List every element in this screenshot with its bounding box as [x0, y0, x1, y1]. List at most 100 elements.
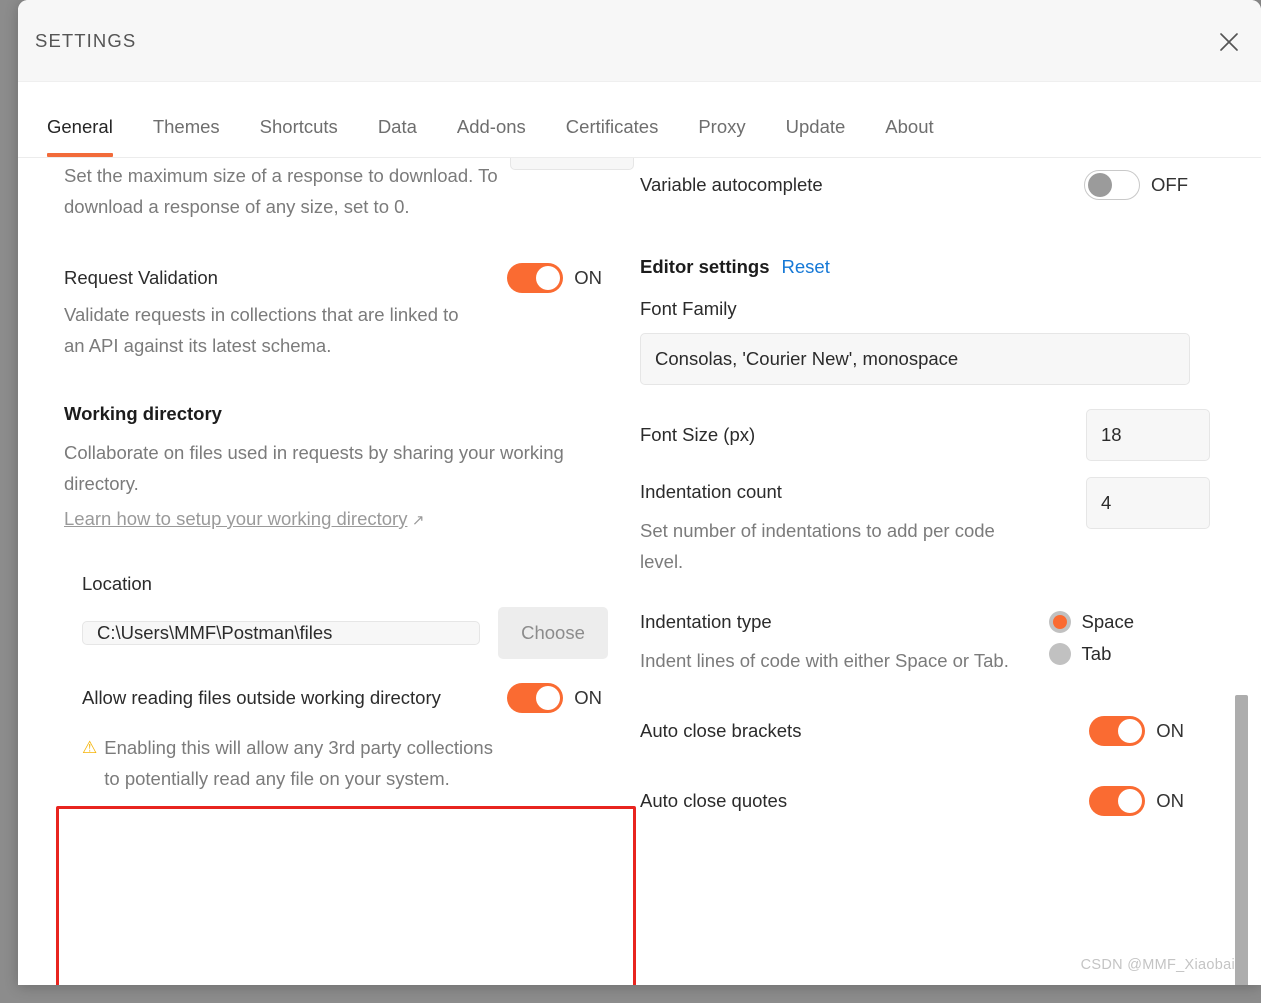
highlight-box-working-directory [56, 806, 636, 985]
request-validation-description: Validate requests in collections that ar… [64, 304, 459, 356]
radio-icon-tab [1048, 643, 1071, 665]
auto-close-brackets-toggle[interactable] [1089, 716, 1146, 746]
allow-reading-warning: ⚠ Enabling this will allow any 3rd party… [64, 732, 624, 794]
watermark: CSDN @MMF_Xiaobai [1080, 957, 1235, 973]
editor-settings-header: Editor settings Reset [640, 252, 1210, 282]
external-link-arrow-icon: ↗ [411, 512, 425, 529]
left-settings-column: Set the maximum size of a response to do… [64, 158, 624, 794]
auto-close-brackets-row: Auto close brackets ON [640, 716, 1210, 746]
max-response-size-row: Set the maximum size of a response to do… [64, 158, 624, 222]
tab-general[interactable]: General [32, 116, 133, 157]
allow-reading-outside-row: Allow reading files outside working dire… [82, 681, 624, 714]
tab-shortcuts[interactable]: Shortcuts [240, 116, 358, 138]
auto-close-quotes-row: Auto close quotes ON [640, 786, 1210, 816]
toggle-knob [1118, 719, 1143, 743]
indentation-type-row: Indentation type Indent lines of code wi… [640, 607, 1210, 676]
page-title: SETTINGS [35, 30, 137, 51]
indentation-type-option-tab-label: Tab [1081, 643, 1112, 664]
working-directory-heading: Working directory [64, 403, 222, 424]
auto-close-quotes-toggle-state: ON [1156, 790, 1184, 811]
tab-data[interactable]: Data [358, 116, 437, 138]
settings-tabbar: General Themes Shortcuts Data Add-ons Ce… [18, 82, 1261, 158]
font-family-input-value: Consolas, 'Courier New', monospace [655, 348, 959, 369]
font-family-label: Font Family [640, 298, 737, 319]
location-input[interactable]: C:\Users\MMF\Postman\files [82, 621, 480, 645]
variable-autocomplete-row: Variable autocomplete OFF [640, 158, 1210, 200]
auto-close-brackets-toggle-state: ON [1156, 720, 1184, 741]
indentation-type-description: Indent lines of code with either Space o… [640, 650, 1009, 671]
tab-label: Update [785, 116, 846, 137]
tab-update[interactable]: Update [766, 116, 866, 138]
indentation-count-label: Indentation count [640, 481, 782, 502]
tab-themes[interactable]: Themes [133, 116, 240, 138]
auto-close-quotes-toggle[interactable] [1089, 786, 1146, 816]
auto-close-brackets-toggle-group: ON [1089, 716, 1184, 746]
working-directory-description: Collaborate on files used in requests by… [64, 442, 564, 494]
toggle-knob [1118, 789, 1143, 813]
choose-directory-button[interactable]: Choose [498, 607, 608, 659]
right-settings-column: Variable autocomplete OFF Editor setting… [640, 158, 1210, 816]
allow-reading-warning-text: Enabling this will allow any 3rd party c… [104, 737, 493, 789]
font-size-input-value: 18 [1101, 424, 1122, 445]
working-directory-learn-link[interactable]: Learn how to setup your working director… [64, 503, 407, 534]
tab-label: Themes [152, 116, 220, 137]
tab-add-ons[interactable]: Add-ons [437, 116, 546, 138]
variable-autocomplete-toggle[interactable] [1084, 170, 1140, 200]
max-response-size-description: Set the maximum size of a response to do… [64, 165, 498, 217]
variable-autocomplete-toggle-group: OFF [1084, 170, 1188, 200]
indentation-type-radio-group: Space Tab [1048, 611, 1134, 665]
content-scrollbar-thumb[interactable] [1235, 695, 1248, 985]
toggle-knob [536, 686, 561, 710]
auto-close-brackets-label: Auto close brackets [640, 720, 802, 741]
allow-reading-outside-toggle[interactable] [507, 683, 564, 713]
warning-triangle-icon: ⚠ [82, 738, 98, 757]
tab-label: Add-ons [456, 116, 526, 137]
tab-certificates[interactable]: Certificates [546, 116, 679, 138]
request-validation-toggle-group: ON [507, 263, 602, 293]
settings-dialog: SETTINGS General Themes Shortcuts Data A… [18, 0, 1261, 985]
indentation-type-option-space-label: Space [1081, 611, 1134, 632]
tab-about[interactable]: About [865, 116, 953, 138]
screen: SETTINGS General Themes Shortcuts Data A… [0, 0, 1261, 1003]
settings-content: Set the maximum size of a response to do… [18, 158, 1261, 985]
toggle-knob [1088, 173, 1112, 197]
editor-settings-heading: Editor settings [640, 256, 770, 277]
font-size-row: Font Size (px) 18 [640, 409, 1210, 461]
indentation-count-row: Indentation count Set number of indentat… [640, 477, 1210, 577]
variable-autocomplete-label: Variable autocomplete [640, 174, 823, 195]
allow-reading-outside-label: Allow reading files outside working dire… [82, 687, 441, 708]
location-input-value: C:\Users\MMF\Postman\files [97, 622, 333, 643]
auto-close-quotes-label: Auto close quotes [640, 790, 788, 811]
indentation-type-option-tab[interactable]: Tab [1048, 643, 1134, 665]
request-validation-row: Request Validation Validate requests in … [64, 263, 624, 361]
allow-reading-outside-toggle-group: ON [507, 683, 602, 713]
auto-close-quotes-toggle-group: ON [1089, 786, 1184, 816]
location-section: Location C:\Users\MMF\Postman\files Choo… [64, 569, 624, 714]
font-family-row: Font Family Consolas, 'Courier New', mon… [640, 294, 1210, 385]
close-icon[interactable] [1213, 26, 1245, 58]
radio-icon-space [1048, 611, 1071, 633]
content-scrollbar-track[interactable] [1247, 316, 1260, 985]
font-family-input[interactable]: Consolas, 'Courier New', monospace [640, 333, 1190, 385]
location-label: Location [82, 573, 152, 594]
request-validation-label: Request Validation [64, 267, 218, 288]
font-size-label: Font Size (px) [640, 424, 756, 445]
request-validation-toggle-state: ON [574, 267, 602, 288]
tab-label: General [47, 116, 113, 137]
allow-reading-outside-toggle-state: ON [574, 687, 602, 708]
tab-label: Certificates [565, 116, 659, 137]
font-size-input[interactable]: 18 [1086, 409, 1210, 461]
tab-label: Proxy [698, 116, 746, 137]
indentation-type-label: Indentation type [640, 611, 772, 632]
request-validation-toggle[interactable] [507, 263, 564, 293]
tab-label: Shortcuts [259, 116, 338, 137]
indentation-count-description: Set number of indentations to add per co… [640, 520, 995, 572]
editor-settings-reset-link[interactable]: Reset [782, 256, 830, 278]
variable-autocomplete-toggle-state: OFF [1151, 174, 1188, 195]
indentation-type-option-space[interactable]: Space [1048, 611, 1134, 633]
indentation-count-input[interactable]: 4 [1086, 477, 1210, 529]
tab-proxy[interactable]: Proxy [678, 116, 765, 138]
tab-label: About [885, 116, 934, 137]
dialog-header: SETTINGS [18, 0, 1261, 82]
tab-label: Data [377, 116, 417, 137]
